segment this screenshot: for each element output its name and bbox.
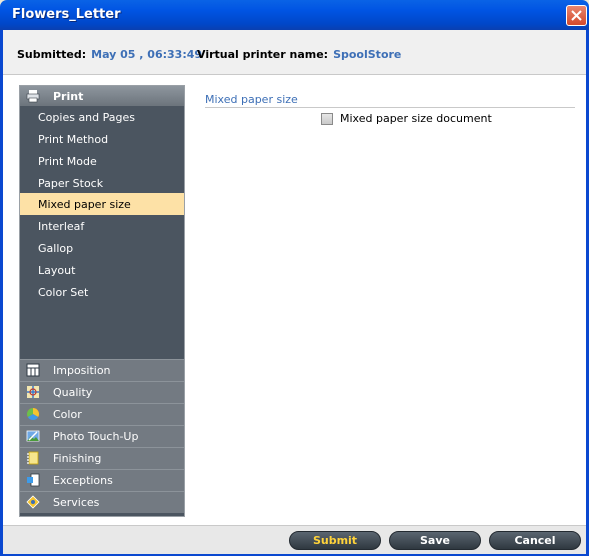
sidebar-group-exceptions[interactable]: Exceptions	[20, 469, 184, 491]
sidebar-item-mixed-paper-size[interactable]: Mixed paper size	[20, 193, 184, 215]
sidebar-item-label: Print Method	[38, 133, 109, 146]
submitted-info: Submitted: May 05 , 06:33:49	[17, 48, 202, 61]
window-titlebar: Flowers_Letter	[0, 0, 589, 30]
bottom-button-bar: Submit Save Cancel	[3, 525, 586, 554]
imposition-icon	[26, 363, 40, 377]
group-label: Color	[53, 408, 82, 421]
mixed-paper-size-panel: Mixed paper size Mixed paper size docume…	[205, 93, 575, 125]
group-label: Services	[53, 496, 100, 509]
sidebar-item-label: Color Set	[38, 286, 89, 299]
close-icon	[571, 10, 582, 21]
sidebar-item-print-method[interactable]: Print Method	[20, 128, 184, 150]
sidebar-item-paper-stock[interactable]: Paper Stock	[20, 172, 184, 194]
sidebar-group-color[interactable]: Color	[20, 403, 184, 425]
cancel-button[interactable]: Cancel	[489, 531, 581, 550]
submitted-label: Submitted:	[17, 48, 87, 61]
close-button[interactable]	[566, 5, 587, 26]
group-label: Exceptions	[53, 474, 113, 487]
quality-icon	[27, 386, 39, 398]
sidebar-item-label: Mixed paper size	[38, 198, 131, 211]
sidebar-group-photo-touch-up[interactable]: Photo Touch-Up	[20, 425, 184, 447]
panel-title: Mixed paper size	[205, 93, 298, 106]
color-wheel-icon	[26, 408, 40, 421]
settings-sidebar: Print Copies and Pages Print Method Prin…	[19, 85, 185, 517]
panel-divider	[205, 107, 575, 108]
group-label: Photo Touch-Up	[53, 430, 139, 443]
sidebar-item-label: Gallop	[38, 242, 74, 255]
sidebar-item-layout[interactable]: Layout	[20, 259, 184, 281]
finishing-icon	[27, 451, 39, 465]
submit-button[interactable]: Submit	[289, 531, 381, 550]
services-icon	[26, 495, 40, 509]
print-section-header[interactable]: Print	[20, 86, 184, 106]
group-label: Imposition	[53, 364, 111, 377]
sidebar-item-print-mode[interactable]: Print Mode	[20, 150, 184, 172]
save-button[interactable]: Save	[389, 531, 481, 550]
printer-info: Virtual printer name: SpoolStore	[197, 48, 401, 61]
printer-icon	[26, 90, 40, 103]
mixed-paper-size-option[interactable]: Mixed paper size document	[321, 112, 492, 125]
mixed-paper-size-checkbox[interactable]	[321, 112, 333, 125]
photo-touchup-icon	[26, 430, 40, 442]
exceptions-icon	[27, 473, 40, 487]
sidebar-item-color-set[interactable]: Color Set	[20, 281, 184, 303]
sidebar-item-label: Layout	[38, 264, 76, 277]
sidebar-item-gallop[interactable]: Gallop	[20, 237, 184, 259]
window-title: Flowers_Letter	[12, 7, 121, 22]
printer-label: Virtual printer name:	[197, 48, 329, 61]
sidebar-group-quality[interactable]: Quality	[20, 381, 184, 403]
group-label: Finishing	[53, 452, 102, 465]
printer-value: SpoolStore	[333, 48, 402, 61]
job-info-bar: Submitted: May 05 , 06:33:49 Virtual prin…	[3, 30, 586, 75]
sidebar-item-label: Copies and Pages	[38, 111, 135, 124]
sidebar-item-interleaf[interactable]: Interleaf	[20, 215, 184, 237]
checkbox-label: Mixed paper size document	[340, 112, 492, 125]
submitted-value: May 05 , 06:33:49	[91, 48, 203, 61]
sidebar-group-finishing[interactable]: Finishing	[20, 447, 184, 469]
sidebar-item-copies-and-pages[interactable]: Copies and Pages	[20, 106, 184, 128]
sidebar-group-imposition[interactable]: Imposition	[20, 359, 184, 381]
group-label: Quality	[53, 386, 93, 399]
sidebar-item-label: Print Mode	[38, 155, 97, 168]
print-section-label: Print	[53, 90, 84, 103]
sidebar-group-services[interactable]: Services	[20, 491, 184, 513]
sidebar-item-label: Interleaf	[38, 220, 85, 233]
sidebar-item-label: Paper Stock	[38, 177, 104, 190]
